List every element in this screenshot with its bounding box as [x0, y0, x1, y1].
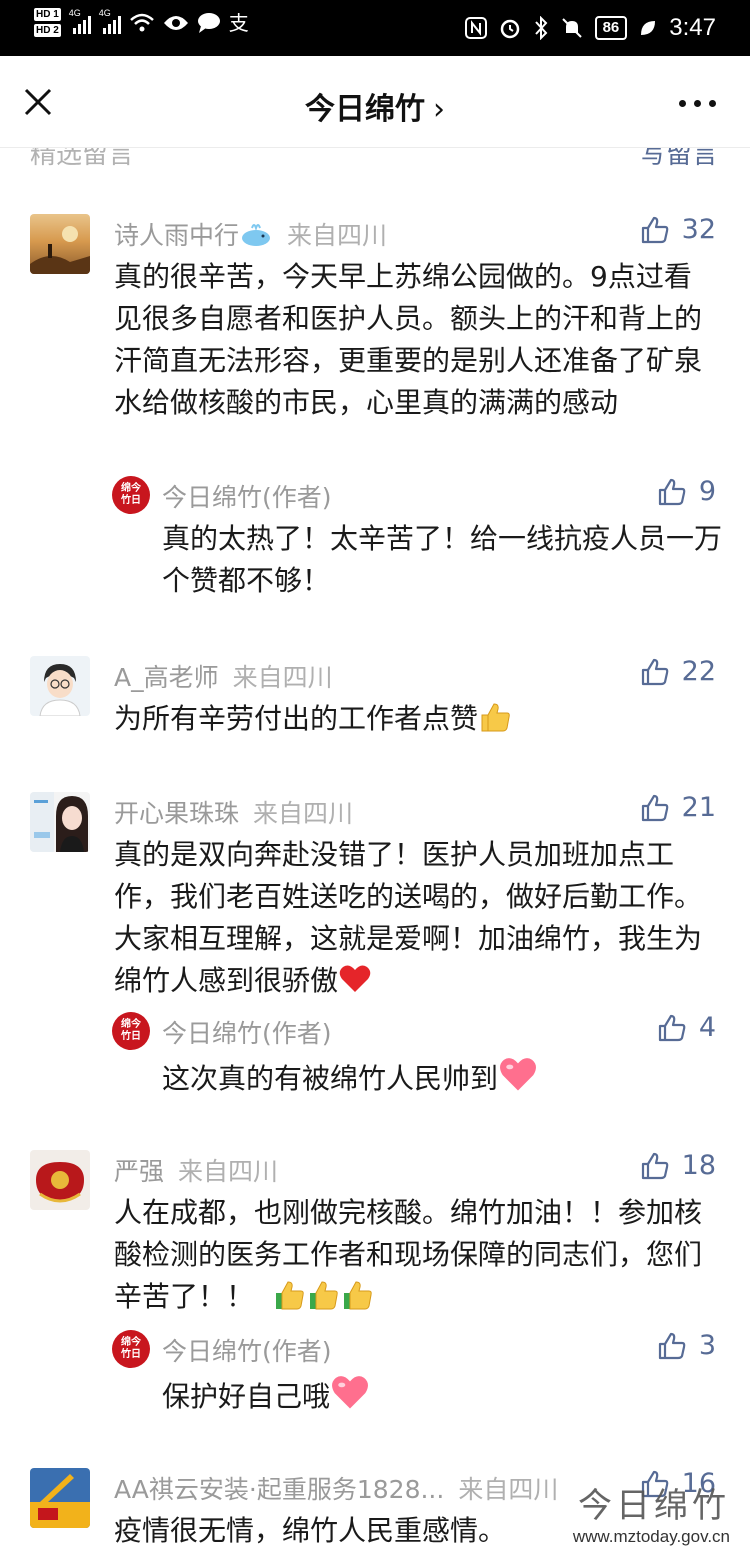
comment-author[interactable]: 严强 — [114, 1157, 164, 1186]
chevron-right-icon: › — [433, 92, 445, 127]
comment-meta: 开心果珠珠 来自四川 — [114, 794, 353, 830]
comment-meta: 严强 来自四川 — [114, 1152, 278, 1188]
thumbs-up-icon — [641, 216, 668, 243]
comment-location: 来自四川 — [287, 221, 388, 250]
more-icon[interactable] — [679, 100, 716, 107]
like-count: 21 — [681, 792, 716, 823]
thumbs-up-icon — [658, 478, 686, 505]
hd-indicator: HD 1 HD 2 — [34, 8, 61, 37]
chat-icon — [197, 12, 220, 33]
network-label-2: 4G — [98, 7, 111, 18]
avatar[interactable] — [30, 792, 90, 852]
comment-meta: AA祺云安装·起重服务1828... 来自四川 — [114, 1470, 558, 1506]
comment-meta: 诗人雨中行 来自四川 — [114, 216, 387, 252]
reply-text-row: 保护好自己哦 — [162, 1372, 722, 1418]
status-bar: HD 1 HD 2 4G 4G 支 86 3:47 — [0, 0, 750, 56]
alipay-icon: 支 — [228, 10, 249, 35]
avatar[interactable] — [30, 1150, 90, 1210]
reply-author: 今日绵竹(作者) — [162, 1337, 332, 1366]
pink-heart-emoji — [500, 1058, 536, 1091]
like-count: 22 — [681, 656, 716, 687]
comment-text-row: 人在成都，也刚做完核酸。绵竹加油！！参加核酸检测的医务工作者和现场保障的同志们，… — [114, 1192, 714, 1318]
watermark: 今日绵竹 www.mztoday.gov.cn — [573, 1478, 730, 1547]
thumbs-up-emoji — [344, 1281, 372, 1310]
avatar[interactable] — [30, 1468, 90, 1528]
comments-section-header: 精选留言 写留言 — [0, 148, 750, 166]
signal-icon: 4G — [69, 8, 91, 34]
thumbs-up-icon — [658, 1332, 686, 1359]
write-comment-link[interactable]: 写留言 — [640, 148, 718, 166]
reply-author: 今日绵竹(作者) — [162, 1019, 332, 1048]
comment-location: 来自四川 — [253, 799, 354, 828]
mute-icon — [561, 18, 582, 38]
like-count: 9 — [698, 476, 716, 507]
nfc-icon — [464, 17, 487, 39]
reply-like-button[interactable]: 3 — [657, 1330, 716, 1361]
like-button[interactable]: 18 — [640, 1150, 716, 1181]
network-label-1: 4G — [68, 7, 81, 18]
comment-text: 人在成都，也刚做完核酸。绵竹加油！！参加核酸检测的医务工作者和现场保障的同志们，… — [114, 1196, 703, 1313]
comment-location: 来自四川 — [232, 663, 333, 692]
reply-text: 保护好自己哦 — [162, 1380, 331, 1413]
signal-icon-2: 4G — [99, 8, 121, 34]
clock: 3:47 — [669, 14, 716, 41]
watermark-url: www.mztoday.gov.cn — [572, 1527, 730, 1546]
account-logo: 绵今 竹日 — [112, 1012, 150, 1050]
watermark-logo: 今日绵竹 — [578, 1486, 730, 1526]
featured-comments-label: 精选留言 — [30, 148, 135, 166]
avatar[interactable] — [30, 214, 90, 274]
battery-icon: 86 — [594, 16, 628, 40]
comment-author[interactable]: 开心果珠珠 — [114, 799, 239, 828]
thumbs-up-icon — [641, 658, 668, 685]
reply-like-button[interactable]: 9 — [657, 476, 716, 507]
hd2-label: HD 2 — [34, 24, 61, 37]
like-button[interactable]: 21 — [640, 792, 716, 823]
thumbs-up-emoji — [276, 1281, 304, 1310]
alarm-icon — [500, 19, 519, 39]
reply-text-row: 这次真的有被绵竹人民帅到 — [162, 1054, 722, 1100]
comment-text-row: 为所有辛劳付出的工作者点赞 — [114, 698, 714, 740]
comment-location: 来自四川 — [178, 1157, 279, 1186]
comment-author[interactable]: AA祺云安装·起重服务1828... — [114, 1475, 444, 1504]
account-logo: 绵今 竹日 — [112, 1330, 150, 1368]
account-name: 今日绵竹 — [305, 92, 425, 127]
comment-author[interactable]: 诗人雨中行 — [114, 221, 239, 250]
like-count: 18 — [681, 1150, 716, 1181]
thumbs-up-icon — [658, 1014, 686, 1041]
reply-text: 这次真的有被绵竹人民帅到 — [162, 1062, 499, 1095]
nav-bar: 今日绵竹 › — [0, 56, 750, 148]
thumbs-up-icon — [641, 1152, 668, 1179]
leaf-icon — [641, 21, 656, 35]
comment-location: 来自四川 — [458, 1475, 559, 1504]
thumbs-up-icon — [641, 794, 668, 821]
eye-icon — [163, 15, 188, 30]
like-count: 3 — [698, 1330, 716, 1361]
comment-text: 为所有辛劳付出的工作者点赞 — [114, 702, 479, 735]
comment-author[interactable]: A_高老师 — [114, 663, 219, 692]
reply-author: 今日绵竹(作者) — [162, 483, 332, 512]
heart-emoji — [339, 965, 371, 992]
nav-title[interactable]: 今日绵竹 › — [0, 84, 750, 128]
whale-emoji — [242, 224, 271, 246]
thumbs-up-emoji — [481, 703, 510, 732]
like-button[interactable]: 22 — [640, 656, 716, 687]
reply-text: 真的太热了！太辛苦了！给一线抗疫人员一万个赞都不够！ — [162, 522, 723, 597]
reply-like-button[interactable]: 4 — [657, 1012, 716, 1043]
pink-heart-emoji — [332, 1376, 368, 1409]
like-button[interactable]: 32 — [640, 214, 716, 245]
wifi-icon — [129, 13, 154, 31]
like-count: 4 — [698, 1012, 716, 1043]
bluetooth-icon — [534, 16, 547, 40]
thumbs-up-emoji — [310, 1281, 338, 1310]
comment-meta: A_高老师 来自四川 — [114, 658, 333, 694]
comment-text-row: 真的是双向奔赴没错了！医护人员加班加点工作，我们老百姓送吃的送喝的，做好后勤工作… — [114, 834, 714, 1002]
comment-text: 真的是双向奔赴没错了！医护人员加班加点工作，我们老百姓送吃的送喝的，做好后勤工作… — [114, 838, 703, 997]
comment-text: 真的很辛苦，今天早上苏绵公园做的。9点过看见很多自愿者和医护人员。额头上的汗和背… — [114, 260, 703, 419]
avatar[interactable] — [30, 656, 90, 716]
account-logo: 绵今 竹日 — [112, 476, 150, 514]
like-count: 32 — [681, 214, 716, 245]
hd1-label: HD 1 — [34, 8, 61, 21]
